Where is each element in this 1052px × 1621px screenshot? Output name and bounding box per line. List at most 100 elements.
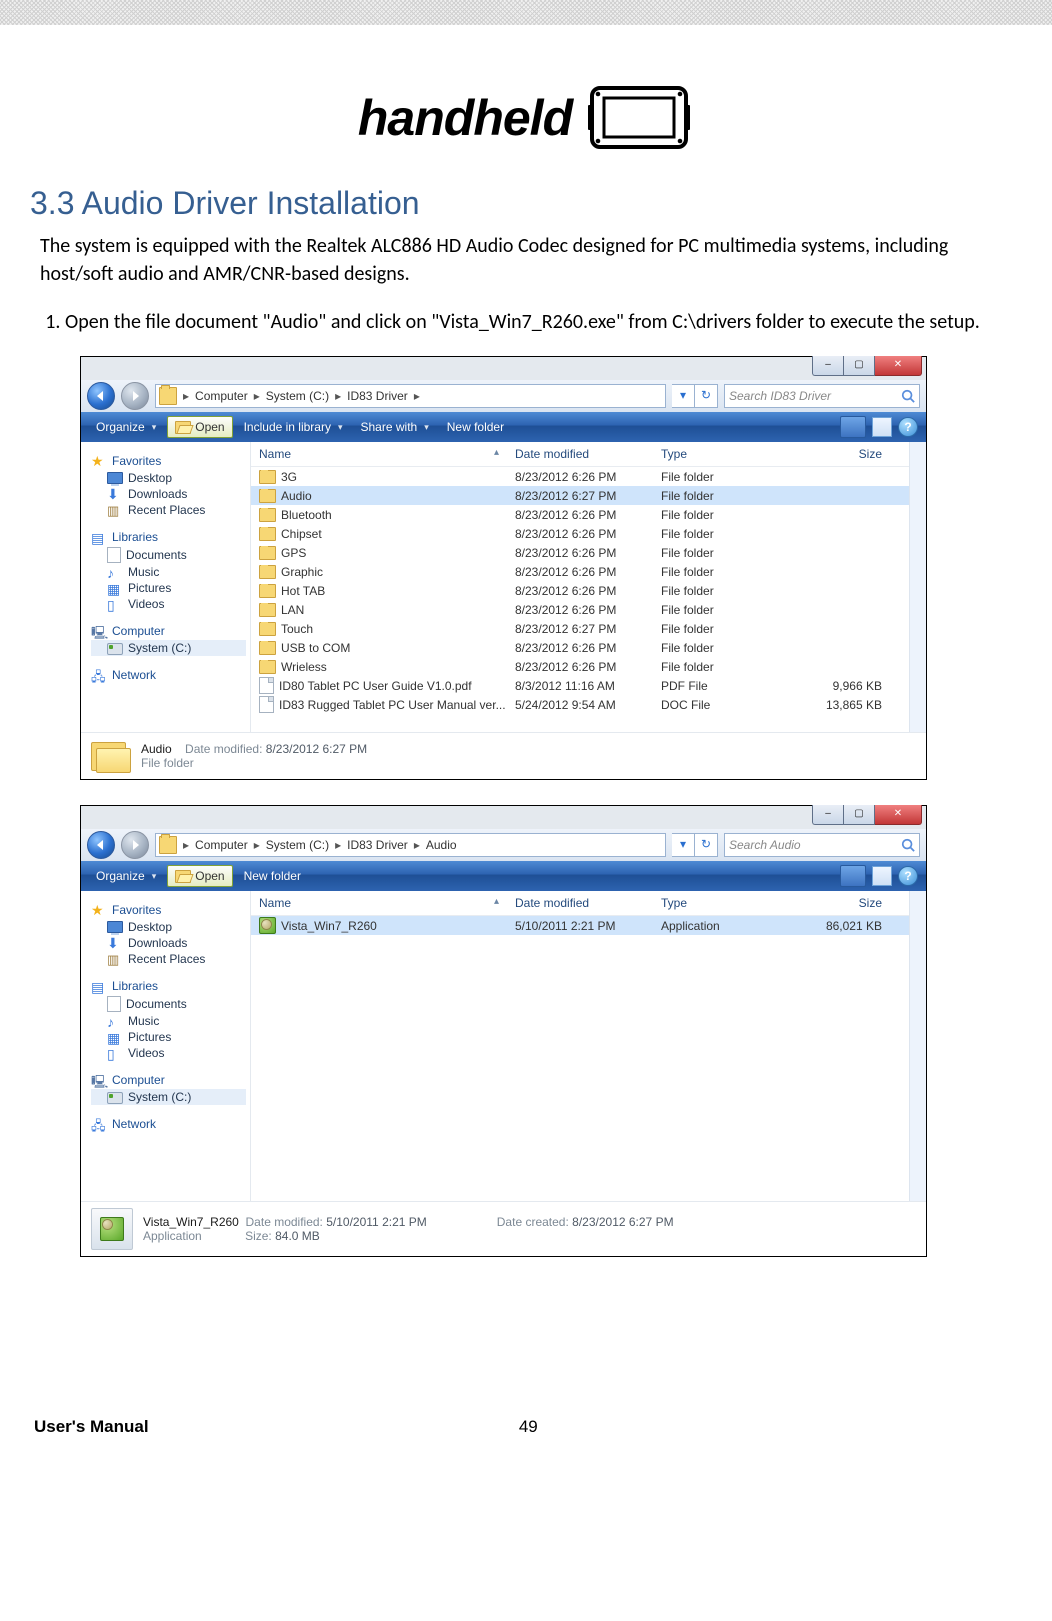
folder-icon bbox=[259, 641, 276, 655]
open-button[interactable]: Open bbox=[167, 865, 232, 887]
network-icon: 🖧 bbox=[91, 668, 107, 682]
preview-pane-button[interactable] bbox=[872, 417, 892, 437]
breadcrumb-item[interactable]: ID83 Driver bbox=[343, 838, 412, 852]
titlebar[interactable]: – ▢ ✕ bbox=[81, 806, 926, 829]
list-item[interactable]: ID80 Tablet PC User Guide V1.0.pdf 8/3/2… bbox=[251, 676, 926, 695]
list-item[interactable]: USB to COM 8/23/2012 6:26 PM File folder bbox=[251, 638, 926, 657]
list-item[interactable]: ID83 Rugged Tablet PC User Manual ver...… bbox=[251, 695, 926, 714]
nav-music[interactable]: ♪Music bbox=[91, 1013, 246, 1029]
brand-text: handheld bbox=[358, 89, 572, 147]
list-item[interactable]: GPS 8/23/2012 6:26 PM File folder bbox=[251, 543, 926, 562]
nav-downloads[interactable]: ⬇Downloads bbox=[91, 935, 246, 951]
breadcrumb[interactable]: ▸ Computer▸ System (C:)▸ ID83 Driver▸ bbox=[155, 384, 666, 408]
list-item[interactable]: Bluetooth 8/23/2012 6:26 PM File folder bbox=[251, 505, 926, 524]
item-type: File folder bbox=[653, 565, 784, 579]
nav-recent[interactable]: ▥Recent Places bbox=[91, 502, 246, 518]
list-item[interactable]: 3G 8/23/2012 6:26 PM File folder bbox=[251, 467, 926, 486]
help-button[interactable]: ? bbox=[898, 417, 918, 437]
list-item[interactable]: Wrieless 8/23/2012 6:26 PM File folder bbox=[251, 657, 926, 676]
item-size: 9,966 KB bbox=[784, 679, 890, 693]
breadcrumb-item[interactable]: Computer bbox=[191, 838, 252, 852]
nav-music[interactable]: ♪Music bbox=[91, 564, 246, 580]
nav-systemc[interactable]: System (C:) bbox=[91, 640, 246, 656]
favorites-group[interactable]: ★Favorites bbox=[91, 901, 246, 919]
nav-desktop[interactable]: Desktop bbox=[91, 470, 246, 486]
nav-downloads[interactable]: ⬇Downloads bbox=[91, 486, 246, 502]
search-input[interactable]: Search Audio bbox=[724, 833, 920, 857]
nav-videos[interactable]: ▯Videos bbox=[91, 1045, 246, 1061]
item-name: USB to COM bbox=[281, 641, 350, 655]
forward-button[interactable] bbox=[121, 831, 149, 859]
preview-pane-button[interactable] bbox=[872, 866, 892, 886]
list-item[interactable]: LAN 8/23/2012 6:26 PM File folder bbox=[251, 600, 926, 619]
nav-documents[interactable]: Documents bbox=[91, 546, 246, 564]
organize-button[interactable]: Organize bbox=[89, 417, 163, 437]
list-item[interactable]: Graphic 8/23/2012 6:26 PM File folder bbox=[251, 562, 926, 581]
breadcrumb-item[interactable]: System (C:) bbox=[262, 838, 333, 852]
folder-icon bbox=[259, 603, 276, 617]
folder-icon bbox=[259, 622, 276, 636]
refresh-button[interactable]: ↻ bbox=[695, 384, 718, 408]
organize-button[interactable]: Organize bbox=[89, 866, 163, 886]
list-item[interactable]: Touch 8/23/2012 6:27 PM File folder bbox=[251, 619, 926, 638]
back-button[interactable] bbox=[87, 382, 115, 410]
history-dropdown[interactable]: ▾ bbox=[672, 384, 695, 408]
item-name: Audio bbox=[281, 489, 312, 503]
newfolder-button[interactable]: New folder bbox=[237, 866, 308, 886]
nav-documents[interactable]: Documents bbox=[91, 995, 246, 1013]
column-headers[interactable]: Name▴ Date modified Type Size bbox=[251, 891, 926, 916]
computer-icon: 🖳 bbox=[91, 624, 107, 638]
breadcrumb[interactable]: ▸ Computer▸ System (C:)▸ ID83 Driver▸ Au… bbox=[155, 833, 666, 857]
sort-chevron-icon: ▴ bbox=[494, 447, 499, 458]
computer-group[interactable]: 🖳Computer bbox=[91, 1071, 246, 1089]
item-type: PDF File bbox=[653, 679, 784, 693]
nav-desktop[interactable]: Desktop bbox=[91, 919, 246, 935]
newfolder-button[interactable]: New folder bbox=[440, 417, 511, 437]
titlebar[interactable]: – ▢ ✕ bbox=[81, 357, 926, 380]
view-button[interactable] bbox=[840, 416, 866, 438]
minimize-button[interactable]: – bbox=[812, 356, 843, 376]
minimize-button[interactable]: – bbox=[812, 805, 843, 825]
share-button[interactable]: Share with bbox=[354, 417, 436, 437]
nav-pictures[interactable]: ▦Pictures bbox=[91, 1029, 246, 1045]
help-button[interactable]: ? bbox=[898, 866, 918, 886]
refresh-button[interactable]: ↻ bbox=[695, 833, 718, 857]
maximize-button[interactable]: ▢ bbox=[843, 805, 875, 825]
computer-group[interactable]: 🖳Computer bbox=[91, 622, 246, 640]
forward-button[interactable] bbox=[121, 382, 149, 410]
column-headers[interactable]: Name▴ Date modified Type Size bbox=[251, 442, 926, 467]
breadcrumb-item[interactable]: Computer bbox=[191, 389, 252, 403]
maximize-button[interactable]: ▢ bbox=[843, 356, 875, 376]
history-dropdown[interactable]: ▾ bbox=[672, 833, 695, 857]
close-button[interactable]: ✕ bbox=[875, 805, 922, 825]
list-item[interactable]: Audio 8/23/2012 6:27 PM File folder bbox=[251, 486, 926, 505]
close-button[interactable]: ✕ bbox=[875, 356, 922, 376]
include-button[interactable]: Include in library bbox=[237, 417, 350, 437]
toolbar: Organize Open New folder ? bbox=[81, 861, 926, 891]
list-item[interactable]: Chipset 8/23/2012 6:26 PM File folder bbox=[251, 524, 926, 543]
view-button[interactable] bbox=[840, 865, 866, 887]
address-bar: ▸ Computer▸ System (C:)▸ ID83 Driver▸ Au… bbox=[81, 829, 926, 861]
breadcrumb-item[interactable]: ID83 Driver bbox=[343, 389, 412, 403]
network-group[interactable]: 🖧Network bbox=[91, 666, 246, 684]
search-input[interactable]: Search ID83 Driver bbox=[724, 384, 920, 408]
network-group[interactable]: 🖧Network bbox=[91, 1115, 246, 1133]
documents-icon bbox=[107, 996, 121, 1012]
favorites-group[interactable]: ★Favorites bbox=[91, 452, 246, 470]
open-button[interactable]: Open bbox=[167, 416, 232, 438]
recent-icon: ▥ bbox=[107, 952, 123, 966]
nav-videos[interactable]: ▯Videos bbox=[91, 596, 246, 612]
file-list: Vista_Win7_R260 5/10/2011 2:21 PM Applic… bbox=[251, 916, 926, 935]
desktop-icon bbox=[107, 472, 123, 484]
nav-pictures[interactable]: ▦Pictures bbox=[91, 580, 246, 596]
breadcrumb-item[interactable]: Audio bbox=[422, 838, 461, 852]
list-item[interactable]: Vista_Win7_R260 5/10/2011 2:21 PM Applic… bbox=[251, 916, 926, 935]
nav-recent[interactable]: ▥Recent Places bbox=[91, 951, 246, 967]
libraries-group[interactable]: ▤Libraries bbox=[91, 528, 246, 546]
back-button[interactable] bbox=[87, 831, 115, 859]
breadcrumb-item[interactable]: System (C:) bbox=[262, 389, 333, 403]
folder-icon bbox=[259, 565, 276, 579]
libraries-group[interactable]: ▤Libraries bbox=[91, 977, 246, 995]
list-item[interactable]: Hot TAB 8/23/2012 6:26 PM File folder bbox=[251, 581, 926, 600]
nav-systemc[interactable]: System (C:) bbox=[91, 1089, 246, 1105]
